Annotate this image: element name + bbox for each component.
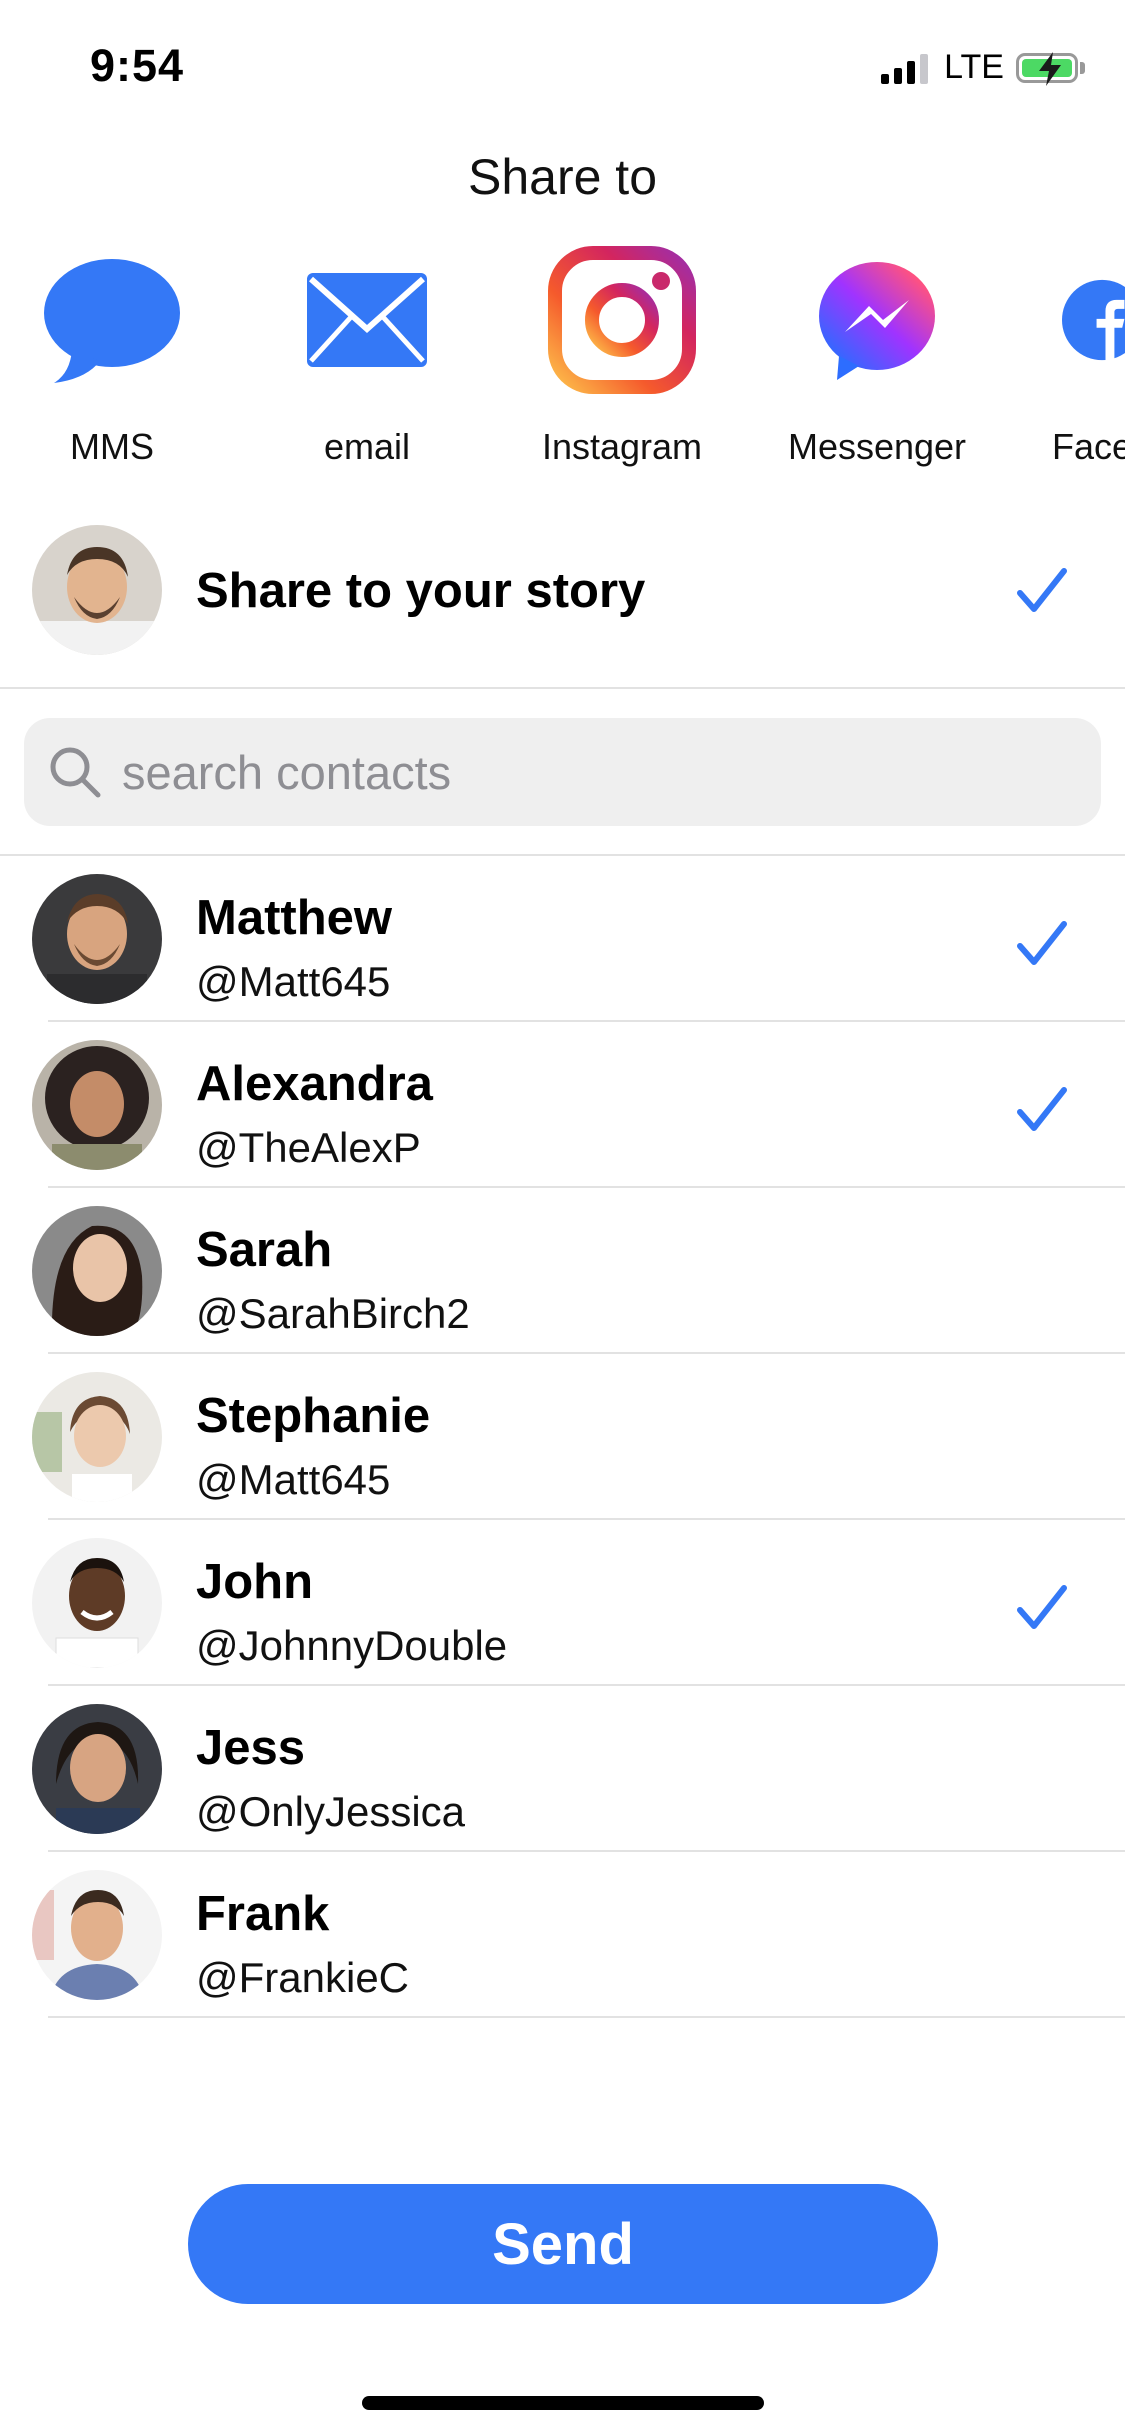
status-time: 9:54 — [90, 40, 185, 91]
envelope-icon — [287, 240, 447, 400]
speech-bubble-icon — [32, 240, 192, 400]
app-label-messenger: Messenger — [787, 426, 967, 467]
app-label-mms: MMS — [70, 426, 154, 467]
contact-name: Alexandra — [196, 1057, 433, 1111]
contact-handle: @FrankieC — [196, 1954, 410, 2001]
contact-handle: @TheAlexP — [196, 1124, 421, 1171]
contact-row-matthew[interactable]: Matthew @Matt645 — [0, 872, 1125, 1022]
battery-charging-icon — [1016, 51, 1085, 86]
share-app-mms[interactable]: MMS — [0, 240, 232, 468]
contact-name: Jess — [196, 1721, 306, 1775]
app-label-instagram: Instagram — [541, 426, 703, 467]
contact-row-alexandra[interactable]: Alexandra @TheAlexP — [0, 1038, 1125, 1188]
checkmark-icon — [1017, 1585, 1067, 1629]
share-app-instagram[interactable]: Instagram — [502, 240, 742, 468]
divider — [0, 854, 1125, 856]
contact-handle: @JohnnyDouble — [196, 1622, 508, 1669]
avatar — [32, 1870, 162, 2000]
avatar — [32, 1704, 162, 1834]
contact-row-stephanie[interactable]: Stephanie @Matt645 — [0, 1370, 1125, 1520]
search-input[interactable] — [120, 743, 1024, 801]
avatar — [32, 525, 162, 655]
share-app-facebook[interactable]: Face — [1012, 240, 1125, 468]
avatar — [32, 874, 162, 1004]
share-app-email[interactable]: email — [247, 240, 487, 468]
share-app-messenger[interactable]: Messenger — [757, 240, 997, 468]
cellular-signal-icon — [881, 52, 929, 84]
divider — [48, 1352, 1125, 1354]
avatar — [32, 1040, 162, 1170]
divider — [48, 1684, 1125, 1686]
checkmark-icon — [1017, 568, 1067, 612]
contact-name: John — [196, 1555, 314, 1609]
search-bar[interactable] — [24, 718, 1101, 826]
story-label: Share to your story — [196, 564, 646, 618]
contact-handle: @Matt645 — [196, 958, 391, 1005]
divider — [48, 2016, 1125, 2018]
divider — [48, 1850, 1125, 1852]
share-title: Share to — [467, 149, 657, 205]
contact-name: Sarah — [196, 1223, 333, 1277]
avatar — [32, 1206, 162, 1336]
home-indicator[interactable] — [362, 2396, 764, 2410]
avatar — [32, 1538, 162, 1668]
contact-name: Stephanie — [196, 1389, 431, 1443]
messenger-icon — [797, 240, 957, 400]
status-indicators: LTE — [881, 48, 1085, 87]
divider — [48, 1020, 1125, 1022]
contact-name: Frank — [196, 1887, 330, 1941]
network-type: LTE — [944, 48, 1004, 86]
avatar — [32, 1372, 162, 1502]
share-to-story-row[interactable]: Share to your story — [0, 525, 1125, 685]
divider — [0, 687, 1125, 689]
send-button[interactable]: Send — [188, 2184, 938, 2304]
contact-handle: @SarahBirch2 — [196, 1290, 470, 1337]
contact-name: Matthew — [196, 891, 392, 945]
instagram-icon — [542, 240, 702, 400]
contact-handle: @Matt645 — [196, 1456, 391, 1503]
contact-handle: @OnlyJessica — [196, 1788, 466, 1835]
contact-row-sarah[interactable]: Sarah @SarahBirch2 — [0, 1204, 1125, 1354]
app-label-facebook: Face — [1052, 426, 1125, 467]
search-icon — [50, 747, 101, 798]
app-label-email: email — [323, 426, 411, 467]
divider — [48, 1518, 1125, 1520]
checkmark-icon — [1017, 1087, 1067, 1131]
contact-row-john[interactable]: John @JohnnyDouble — [0, 1536, 1125, 1686]
contact-row-jess[interactable]: Jess @OnlyJessica — [0, 1702, 1125, 1852]
facebook-icon — [1012, 240, 1125, 400]
checkmark-icon — [1017, 921, 1067, 965]
divider — [48, 1186, 1125, 1188]
contact-row-frank[interactable]: Frank @FrankieC — [0, 1868, 1125, 2018]
